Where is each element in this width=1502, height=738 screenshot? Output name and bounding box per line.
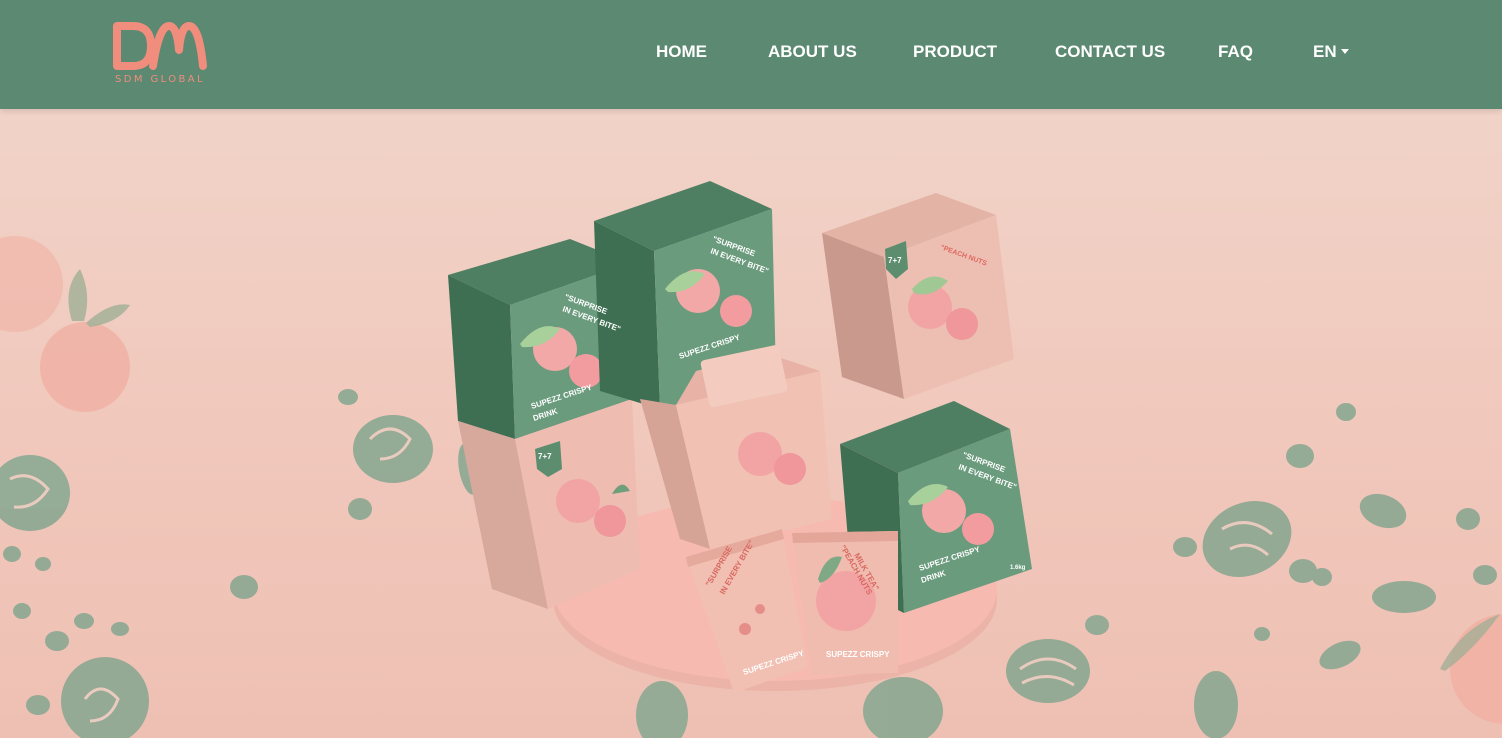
nav-faq[interactable]: FAQ [1218,42,1253,62]
chevron-down-icon [1340,49,1349,54]
hero-banner: "SURPRISE IN EVERY BITE" SUPEZZ CRISPY D… [0,109,1502,738]
peach-illustration-icon [1440,614,1502,724]
nav-home[interactable]: HOME [656,42,707,62]
box-tag-text: 7+7 [538,452,552,461]
language-dropdown[interactable]: EN [1313,42,1349,62]
nav-product[interactable]: PRODUCT [913,42,997,62]
peach-illustration-icon [0,236,130,412]
nav-contact-us[interactable]: CONTACT US [1055,42,1165,62]
nav-about-us[interactable]: ABOUT US [768,42,857,62]
product-box-pink-left [458,399,640,609]
language-label: EN [1313,42,1337,61]
sachet-product-text: SUPEZZ CRISPY [826,650,890,659]
main-nav: HOME ABOUT US PRODUCT CONTACT US FAQ EN [0,42,1502,66]
top-navbar: SDM GLOBAL HOME ABOUT US PRODUCT CONTACT… [0,0,1502,109]
box-weight-text: 1.6kg [1010,565,1026,571]
hero-illustration: "SURPRISE IN EVERY BITE" SUPEZZ CRISPY D… [0,181,1502,738]
product-box-pink-right [822,193,1014,399]
logo-text: SDM GLOBAL [115,74,205,85]
box-tag-text: 7+7 [888,256,902,265]
